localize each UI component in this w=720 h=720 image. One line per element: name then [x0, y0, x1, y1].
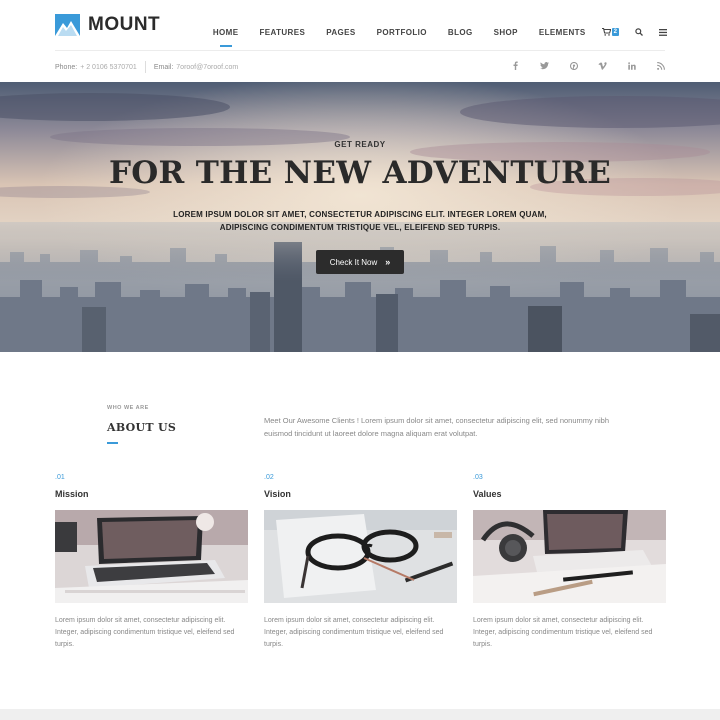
- cart-icon: [601, 23, 611, 41]
- nav-item-blog[interactable]: BLOG: [448, 28, 473, 37]
- cart-count-badge: 2: [611, 28, 619, 36]
- hero-button-label: Check It Now: [329, 257, 378, 267]
- hero-content: GET READY FOR THE NEW ADVENTURE LOREM IP…: [0, 140, 720, 274]
- pinterest-icon[interactable]: [569, 61, 578, 70]
- brand-name: MOUNT: [88, 14, 161, 35]
- nav-item-home[interactable]: HOME: [213, 28, 239, 47]
- about-text: Meet Our Awesome Clients ! Lorem ipsum d…: [264, 416, 610, 438]
- search-icon[interactable]: [635, 28, 643, 36]
- hero-title: FOR THE NEW ADVENTURE: [108, 155, 612, 191]
- feature-column-mission: .01 Mission Lorem ipsum dolor sit amet, …: [55, 474, 248, 651]
- eyeglasses-photo: [264, 510, 457, 603]
- nav-item-shop[interactable]: SHOP: [494, 28, 518, 37]
- hero-subtitle: LOREM IPSUM DOLOR SIT AMET, CONSECTETUR …: [173, 210, 547, 232]
- nav-item-pages[interactable]: PAGES: [326, 28, 355, 37]
- laptop-desk-photo: [55, 510, 248, 603]
- column-title: Mission: [55, 489, 89, 499]
- social-links: [491, 61, 665, 70]
- contact-bar: Phone: + 2 0106 5370701 Email: 7oroof@7o…: [55, 58, 665, 76]
- nav-item-features[interactable]: FEATURES: [259, 28, 305, 37]
- vimeo-icon[interactable]: [598, 61, 607, 70]
- phone-label: Phone:: [55, 63, 78, 71]
- about-title: ABOUT US: [107, 421, 177, 434]
- phone-value: + 2 0106 5370701: [80, 63, 137, 71]
- main-nav: HOME FEATURES PAGES PORTFOLIO BLOG SHOP …: [192, 23, 667, 47]
- nav-item-elements[interactable]: ELEMENTS: [539, 28, 586, 37]
- hero-kicker: GET READY: [334, 140, 386, 149]
- footer-strip: [0, 709, 720, 720]
- headphones-laptop-photo: [473, 510, 666, 603]
- cart-button[interactable]: 2: [601, 23, 619, 41]
- nav-item-portfolio[interactable]: PORTFOLIO: [377, 28, 427, 37]
- about-kicker: WHO WE ARE: [107, 405, 149, 411]
- logo[interactable]: MOUNT: [55, 14, 160, 36]
- column-number: .01: [55, 474, 65, 481]
- mountain-logo-icon: [55, 14, 80, 36]
- email-value[interactable]: 7oroof@7oroof.com: [176, 64, 238, 71]
- column-number: .02: [264, 474, 274, 481]
- site-header: MOUNT HOME FEATURES PAGES PORTFOLIO BLOG…: [0, 0, 720, 50]
- column-title: Vision: [264, 489, 291, 499]
- column-number: .03: [473, 474, 483, 481]
- chevron-right-icon: »: [385, 257, 391, 267]
- check-it-now-button[interactable]: Check It Now »: [315, 250, 405, 274]
- facebook-icon[interactable]: [511, 61, 520, 70]
- column-text: Lorem ipsum dolor sit amet, consectetur …: [473, 617, 653, 648]
- about-underline: [107, 442, 118, 444]
- header-divider: [55, 50, 665, 51]
- twitter-icon[interactable]: [540, 61, 549, 70]
- hero-banner: GET READY FOR THE NEW ADVENTURE LOREM IP…: [0, 82, 720, 352]
- menu-icon[interactable]: [659, 28, 667, 36]
- column-title: Values: [473, 489, 502, 499]
- feature-column-vision: .02 Vision Lorem ipsum dolor sit amet, c…: [264, 474, 457, 651]
- rss-icon[interactable]: [656, 61, 665, 70]
- column-text: Lorem ipsum dolor sit amet, consectetur …: [264, 617, 444, 648]
- feature-column-values: .03 Values Lorem ipsum dolor sit amet, c…: [473, 474, 666, 651]
- column-text: Lorem ipsum dolor sit amet, consectetur …: [55, 617, 235, 648]
- contact-separator: [144, 61, 146, 73]
- email-label: Email:: [153, 63, 174, 71]
- linkedin-icon[interactable]: [627, 61, 636, 70]
